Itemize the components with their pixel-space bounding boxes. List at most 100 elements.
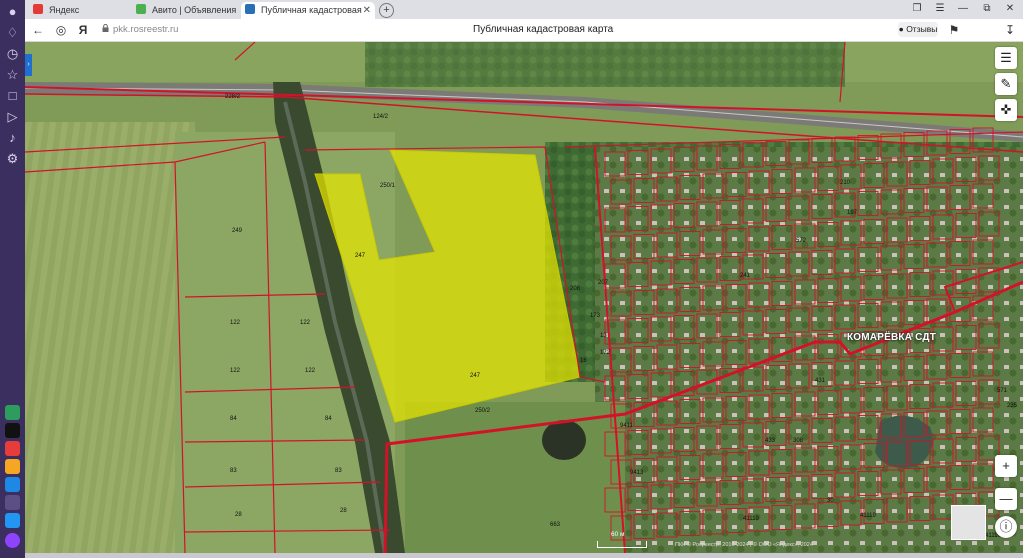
collections-icon[interactable]: □	[4, 87, 21, 104]
tab-label: Авито | Объявления в Ал	[152, 5, 236, 15]
restore-icon[interactable]: ⧉	[980, 2, 994, 16]
tab-bar: Яндекс Авито | Объявления в Ал Публичная…	[25, 0, 1023, 19]
parcel-number-label: 250/1	[380, 183, 396, 189]
download-icon[interactable]: ↧	[1002, 22, 1018, 38]
reviews-button[interactable]: ● Отзывы	[898, 22, 938, 37]
address-bar: ← ◎ Я pkk.rosreestr.ru Публичная кадастр…	[25, 19, 1023, 42]
locate-button[interactable]: ✜	[995, 99, 1017, 121]
speech-bubble-icon: ●	[898, 24, 904, 34]
parcel-number-label: 13	[600, 333, 607, 339]
parcel-number-label: 431	[815, 378, 826, 384]
info-icon: ⓘ	[999, 519, 1013, 534]
overview-minimap[interactable]	[951, 505, 986, 540]
layers-button[interactable]: ☰	[995, 47, 1017, 69]
menu-icon[interactable]: ☰	[933, 2, 947, 16]
map-attribution: ПКК © Росреестр, 2010-2024 | © ООО «Янде…	[675, 542, 813, 548]
tab-label: Яндекс	[49, 5, 80, 15]
scale-bar	[597, 541, 647, 548]
parcel-number-label: 663	[550, 522, 561, 528]
page-title: Публичная кадастровая карта	[473, 24, 614, 35]
parcel-number-label: 208	[570, 286, 581, 292]
parcel-number-label: 83	[335, 468, 342, 474]
reviews-label: Отзывы	[906, 24, 938, 34]
parcel-number-label: 235	[1007, 403, 1018, 409]
parcel-number-label: 122	[230, 320, 241, 326]
bookmark-icon[interactable]: ⚑	[946, 22, 962, 38]
parcel-number-label: 30	[827, 498, 834, 504]
app-icon[interactable]	[5, 405, 20, 420]
parcel-number-label: 247	[470, 373, 481, 379]
bottom-strip	[25, 553, 1023, 558]
new-tab-button[interactable]: +	[379, 3, 394, 18]
avito-logo-icon	[136, 4, 146, 14]
close-tab-icon[interactable]: ✕	[363, 2, 371, 19]
parcel-number-label: 122	[300, 320, 311, 326]
satellite-map[interactable]: 228/2 124/2 250/1 249 247 247 208 207 173 172 16 13…	[25, 42, 1023, 553]
video-icon[interactable]: ▷	[4, 108, 21, 125]
parcel-number-label: 173	[590, 313, 601, 319]
layers-icon: ☰	[1000, 50, 1012, 65]
tab-avito[interactable]: Авито | Объявления в Ал	[136, 2, 236, 19]
tab-cadastral-map[interactable]: Публичная кадастровая ✕	[241, 2, 375, 19]
bookmarks-icon[interactable]: ☆	[4, 66, 21, 83]
yandex-ya-icon[interactable]: Я	[75, 22, 91, 38]
parcel-number-label: 16	[580, 358, 587, 364]
alice-icon[interactable]	[5, 533, 20, 548]
ruler-icon: ✎	[1000, 76, 1012, 91]
parcel-number-label: 207	[598, 280, 609, 286]
minimize-icon[interactable]: —	[956, 2, 970, 16]
scale-label: 60 м	[611, 531, 625, 538]
parcel-number-label: 197	[847, 210, 858, 216]
tabs-overview-icon[interactable]: ❐	[910, 2, 924, 16]
back-icon[interactable]: ←	[30, 22, 46, 38]
parcel-number-label: 122	[230, 368, 241, 374]
plus-icon[interactable]	[5, 495, 20, 510]
notifications-icon[interactable]: ♢	[4, 24, 21, 41]
app-icon[interactable]	[5, 423, 20, 438]
yandex-logo-icon	[33, 4, 43, 14]
zoom-out-button[interactable]: —	[995, 488, 1017, 510]
parcel-number-label: 247	[355, 253, 366, 259]
parcel-number-label: 572	[796, 238, 807, 244]
gear-icon[interactable]: ⚙	[4, 150, 21, 167]
parcel-number-label: 571	[997, 388, 1008, 394]
parcel-number-label: 9413	[630, 470, 644, 476]
locate-icon: ✜	[1000, 102, 1012, 117]
parcel-number-label: 41119	[743, 516, 759, 522]
parcel-number-label: 433	[765, 438, 776, 444]
app-icon[interactable]	[5, 477, 20, 492]
yandex-profile-icon[interactable]: ●	[4, 3, 21, 20]
lock-icon	[102, 24, 109, 32]
zoom-in-button[interactable]: +	[995, 455, 1017, 477]
parcel-number-label: 210	[840, 180, 851, 186]
close-window-icon[interactable]: ✕	[1003, 2, 1017, 16]
parcel-number-label: 9411	[620, 423, 634, 429]
rosreestr-logo-icon	[245, 4, 255, 14]
parcel-number-label: 228/2	[225, 94, 241, 100]
parcel-number-label: 250/2	[475, 408, 491, 414]
ruler-button[interactable]: ✎	[995, 73, 1017, 95]
tab-yandex[interactable]: Яндекс	[33, 2, 133, 19]
minus-icon: —	[999, 491, 1013, 506]
parcel-number-label: 84	[230, 416, 237, 422]
tab-label: Публичная кадастровая	[261, 5, 362, 15]
parcel-number-label: 124/2	[373, 114, 389, 120]
protect-icon[interactable]: ◎	[53, 22, 69, 38]
cadastral-map[interactable]: 228/2 124/2 250/1 249 247 247 208 207 173 172 16 13…	[25, 42, 1023, 553]
info-button[interactable]: ⓘ	[995, 516, 1017, 538]
parcel-number-label: 28	[340, 508, 347, 514]
parcel-number-label: 249	[232, 228, 243, 234]
app-icon[interactable]	[5, 513, 20, 528]
app-icon[interactable]	[5, 441, 20, 456]
music-icon[interactable]: ♪	[4, 129, 21, 146]
browser-sidebar: ● ♢ ◷ ☆ □ ▷ ♪ ⚙	[0, 0, 25, 558]
parcel-number-label: 28	[235, 512, 242, 518]
place-name-label: КОМАРЁВКА СДТ	[847, 332, 937, 343]
parcel-number-label: 172	[600, 350, 611, 356]
parcel-number-label: 41119	[860, 513, 876, 519]
history-icon[interactable]: ◷	[4, 45, 21, 62]
parcel-number-label: 241	[740, 273, 751, 279]
url-text[interactable]: pkk.rosreestr.ru	[113, 24, 178, 35]
mail-icon[interactable]	[5, 459, 20, 474]
open-panel-button[interactable]: ›	[25, 54, 32, 76]
